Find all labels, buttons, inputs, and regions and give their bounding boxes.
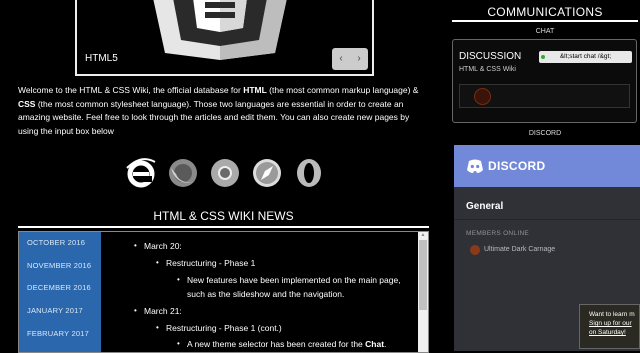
discord-channel[interactable]: General: [466, 201, 503, 212]
wiki-name: HTML & CSS Wiki: [459, 66, 516, 73]
bullet: •: [156, 258, 159, 267]
scroll-up-icon[interactable]: ▲: [418, 232, 428, 239]
news-heading: Restructuring - Phase 1 (cont.): [166, 323, 282, 333]
bullet: •: [134, 306, 137, 315]
discord-logo-icon: [467, 159, 483, 173]
news-item: A new theme selector has been created fo…: [187, 339, 387, 349]
month-tab[interactable]: DECEMBER 2016: [19, 277, 101, 300]
promo-link[interactable]: Sign up for our: [589, 320, 632, 327]
internet-explorer-icon: [126, 158, 156, 188]
news-divider: [18, 226, 429, 228]
intro-text: Welcome to the HTML & CSS Wiki, the offi…: [18, 85, 419, 136]
news-item-cont: such as the slideshow and the navigation…: [187, 289, 345, 299]
discord-label: DISCORD: [528, 130, 562, 137]
divider: [454, 219, 640, 220]
promo-text: Want to learn m: [589, 311, 635, 318]
chrome-icon: [211, 159, 239, 187]
month-tab[interactable]: NOVEMBER 2016: [19, 255, 101, 278]
bullet: •: [134, 241, 137, 250]
month-tabs: OCTOBER 2016 NOVEMBER 2016 DECEMBER 2016…: [19, 232, 101, 352]
bullet: •: [177, 339, 180, 348]
html-link[interactable]: HTML: [243, 85, 267, 95]
communications-divider: [452, 20, 638, 22]
chat-users: [459, 84, 630, 108]
promo-link[interactable]: on Saturday!: [589, 329, 626, 336]
promo-popup[interactable]: Want to learn m Sign up for our on Satur…: [579, 304, 640, 349]
avatar[interactable]: [474, 88, 491, 105]
firefox-icon: [169, 159, 197, 187]
news-scrollbar[interactable]: ▲: [418, 232, 428, 352]
news-title: HTML & CSS WIKI NEWS: [153, 209, 294, 223]
slide-prev-button[interactable]: ‹: [332, 48, 350, 70]
bullet: •: [156, 323, 159, 332]
news-date: March 20:: [144, 241, 182, 251]
news-item: New features have been implemented on th…: [187, 275, 401, 285]
chat-link[interactable]: Chat: [365, 339, 384, 349]
slideshow[interactable]: HTML5 ‹ ›: [75, 0, 374, 76]
news-panel: OCTOBER 2016 NOVEMBER 2016 DECEMBER 2016…: [18, 231, 429, 353]
slide-nav: ‹ ›: [332, 48, 368, 70]
news-content: • March 20: • Restructuring - Phase 1 • …: [101, 232, 417, 352]
chat-label: CHAT: [535, 28, 555, 35]
scroll-thumb[interactable]: [419, 240, 427, 310]
start-chat-button[interactable]: &lt;start chat /&gt;: [539, 51, 632, 63]
member-avatar: [470, 245, 480, 255]
member-name[interactable]: Ultimate Dark Carnage: [484, 246, 555, 253]
discord-header: DISCORD: [454, 145, 640, 187]
news-date: March 21:: [144, 306, 182, 316]
browser-icons: [124, 156, 324, 196]
discussion-title: DISCUSSION: [459, 51, 522, 62]
safari-icon: [253, 159, 281, 187]
slide-next-button[interactable]: ›: [350, 48, 368, 70]
members-online-heading: MEMBERS ONLINE: [466, 230, 530, 237]
discord-brand: DISCORD: [488, 159, 546, 173]
opera-icon: [297, 159, 321, 187]
month-tab[interactable]: FEBRUARY 2017: [19, 323, 101, 346]
news-heading: Restructuring - Phase 1: [166, 258, 256, 268]
bullet: •: [177, 275, 180, 284]
month-tab[interactable]: JANUARY 2017: [19, 300, 101, 323]
communications-title: COMMUNICATIONS: [487, 5, 603, 19]
slide-caption: HTML5: [85, 53, 118, 64]
chat-module: DISCUSSION HTML & CSS Wiki &lt;start cha…: [452, 39, 637, 123]
month-tab[interactable]: OCTOBER 2016: [19, 232, 101, 255]
css-link[interactable]: CSS: [18, 99, 35, 109]
online-dot-icon: [541, 55, 545, 59]
html5-logo: [153, 0, 287, 60]
